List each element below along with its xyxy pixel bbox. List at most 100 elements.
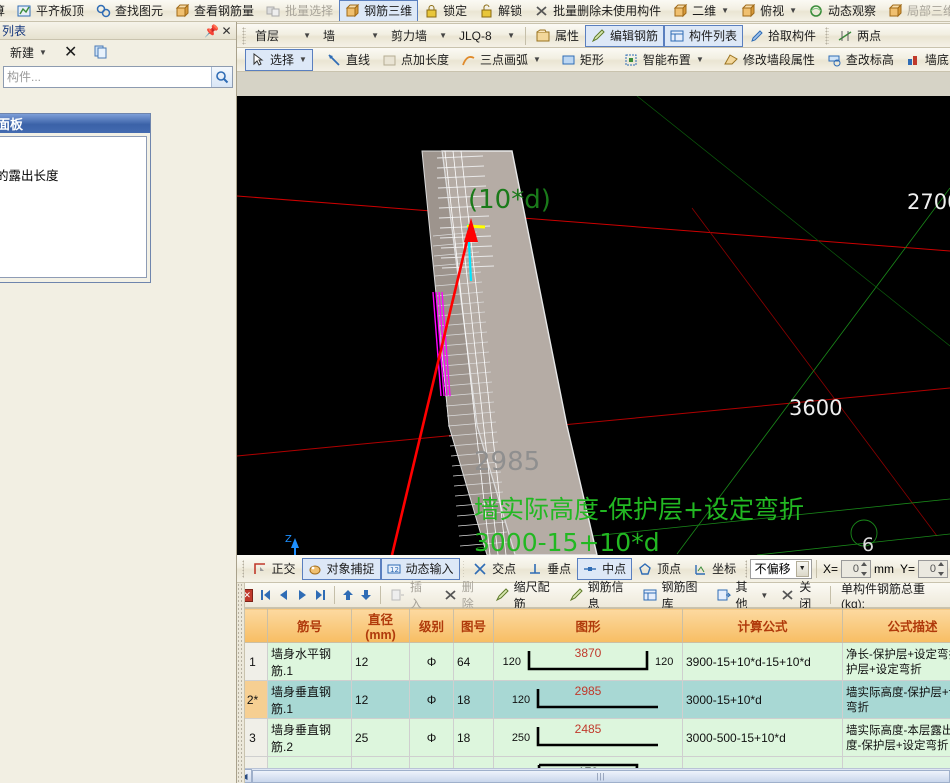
search-input[interactable] <box>4 68 211 87</box>
cell-shape[interactable]: 170 <box>494 757 683 769</box>
toolbar4-8[interactable]: 墙底 <box>900 49 950 71</box>
toolbar-grip[interactable] <box>242 27 246 45</box>
cell-formula-description[interactable]: 墙实际高度-保护层+设定弯折 <box>843 681 950 719</box>
chevron-down-icon[interactable]: ▼ <box>696 55 704 64</box>
close-icon[interactable]: ✕ <box>219 24 234 38</box>
cell-shape[interactable]: 1201203870 <box>494 643 683 681</box>
search-icon[interactable] <box>211 67 232 87</box>
control-panel-item-0[interactable]: 剪力墙水平筋 <box>0 139 144 154</box>
cell-shape[interactable]: 1202985 <box>494 681 683 719</box>
move-up-icon[interactable] <box>339 585 358 605</box>
chevron-down-icon[interactable]: ▼ <box>507 31 515 40</box>
control-panel-item-2[interactable]: 下层墙体纵筋的露出长度 <box>0 169 144 184</box>
table-header-4[interactable]: 图号 <box>454 609 494 643</box>
pin-icon[interactable]: 📌 <box>204 24 219 38</box>
control-panel-item-1[interactable]: 剪力墙垂直筋 <box>0 154 144 169</box>
cell-formula-description[interactable]: 净长-保护层+设定弯折-保护层+设定弯折 <box>843 643 950 681</box>
cell-grade[interactable]: Ф <box>410 757 454 769</box>
rebar-btn-钢筋信息[interactable]: 钢筋信息 <box>563 584 637 606</box>
rebar-btn-缩尺配筋[interactable]: 缩尺配筋 <box>489 584 563 606</box>
toolbar4-7[interactable]: 查改标高 <box>821 49 900 71</box>
chevron-down-icon[interactable]: ▼ <box>760 591 768 600</box>
cell-formula-description[interactable] <box>843 757 950 769</box>
table-header-3[interactable]: 级别 <box>410 609 454 643</box>
toolbar1-8[interactable]: 批量删除未使用构件 <box>528 0 667 22</box>
cell-rebar-name[interactable]: 墙身垂直钢筋.2 <box>268 719 352 757</box>
chevron-down-icon[interactable]: ▼ <box>789 6 797 15</box>
snap-vertex[interactable]: 顶点 <box>632 558 687 580</box>
rebar-btn-钢筋图库[interactable]: 钢筋图库 <box>637 584 711 606</box>
prev-record-icon[interactable] <box>275 585 294 605</box>
cell-grade[interactable]: Φ <box>410 643 454 681</box>
cell-diameter[interactable]: 25 <box>352 719 410 757</box>
y-input[interactable]: 0 <box>918 560 948 578</box>
rebar-table-container[interactable]: 筋号直径 (mm)级别图号图形计算公式公式描述 1墙身水平钢筋.112Φ6412… <box>237 608 950 768</box>
move-down-icon[interactable] <box>358 585 377 605</box>
toolbar1-7[interactable]: 解锁 <box>473 0 528 22</box>
toolbar4-4[interactable]: 矩形 <box>555 49 610 71</box>
table-header-6[interactable]: 计算公式 <box>683 609 843 643</box>
chevron-down-icon[interactable]: ▼ <box>721 6 729 15</box>
snap-coordinate[interactable]: 坐标 <box>687 558 742 580</box>
rebar-btn-关闭[interactable]: 关闭 <box>774 584 826 606</box>
toolbar4-5[interactable]: 智能布置▼ <box>618 49 710 71</box>
toolbar1-11[interactable]: 动态观察 <box>803 0 882 22</box>
toolbar1-2[interactable]: 查找图元 <box>90 0 169 22</box>
spinner[interactable] <box>860 562 869 576</box>
toolbar1-6[interactable]: 锁定 <box>418 0 473 22</box>
x-input[interactable]: 0 <box>841 560 871 578</box>
cell-formula[interactable]: 3000-500-15+10*d <box>683 719 843 757</box>
next-record-icon[interactable] <box>293 585 312 605</box>
first-record-icon[interactable] <box>256 585 275 605</box>
cell-drawing-number[interactable]: 485 <box>454 757 494 769</box>
drawing-viewport[interactable]: Z Y X (10*d)270036002985墙实际高度-保护层+设定弯折30… <box>237 96 950 555</box>
toolbar-grip[interactable] <box>745 560 747 578</box>
horizontal-scrollbar[interactable]: ◀ ||| <box>237 768 950 783</box>
toolbar4-6[interactable]: 修改墙段属性 <box>718 49 821 71</box>
toolbar3-btn-3[interactable]: 拾取构件 <box>743 25 822 47</box>
scroll-thumb[interactable]: ||| <box>252 770 950 783</box>
table-row[interactable]: 2*墙身垂直钢筋.112Φ1812029853000-15+10*d墙实际高度-… <box>238 681 950 719</box>
cell-formula[interactable]: (200-2*15)+2*(75+1.9*d) <box>683 757 843 769</box>
table-header-2[interactable]: 直径 (mm) <box>352 609 410 643</box>
member-select[interactable]: JLQ-8▼ <box>453 25 521 47</box>
chevron-down-icon[interactable]: ▼ <box>439 31 447 40</box>
cell-rebar-name[interactable]: 墙身垂直钢筋.1 <box>268 681 352 719</box>
toolbar1-9[interactable]: 二维▼ <box>667 0 735 22</box>
table-header-7[interactable]: 公式描述 <box>843 609 950 643</box>
toolbar4-1[interactable]: 直线 <box>321 49 376 71</box>
search-box[interactable] <box>3 66 233 88</box>
rebar-btn-其他[interactable]: 其他▼ <box>711 584 775 606</box>
toolbar1-1[interactable]: 平齐板顶 <box>11 0 90 22</box>
control-panel-item-3[interactable]: 显示其它图元 <box>0 184 144 199</box>
cell-shape[interactable]: 2502485 <box>494 719 683 757</box>
table-header-5[interactable]: 图形 <box>494 609 683 643</box>
table-row[interactable]: 1墙身水平钢筋.112Φ6412012038703900-15+10*d-15+… <box>238 643 950 681</box>
chevron-down-icon[interactable]: ▼ <box>371 31 379 40</box>
type-select[interactable]: 剪力墙▼ <box>385 25 453 47</box>
toolbar1-10[interactable]: 俯视▼ <box>735 0 803 22</box>
cell-formula-description[interactable]: 墙实际高度-本层露出长度-保护层+设定弯折 <box>843 719 950 757</box>
snap-object-snap[interactable]: 对象捕捉 <box>302 558 381 580</box>
pane-drag-rail[interactable] <box>237 583 245 783</box>
chevron-down-icon[interactable]: ▼ <box>533 55 541 64</box>
snap-intersection[interactable]: 交点 <box>467 558 522 580</box>
toolbar3-btn-0[interactable]: 属性 <box>530 25 585 47</box>
table-row[interactable]: 3墙身垂直钢筋.225Φ1825024853000-500-15+10*d墙实际… <box>238 719 950 757</box>
toolbar1-0[interactable]: 工总计算 <box>0 0 11 22</box>
cell-drawing-number[interactable]: 64 <box>454 643 494 681</box>
snap-ortho[interactable]: 正交 <box>247 558 302 580</box>
toolbar4-3[interactable]: 三点画弧▼ <box>455 49 547 71</box>
toolbar-grip[interactable] <box>242 560 244 578</box>
cell-rebar-name[interactable]: 墙身水平钢筋.1 <box>268 643 352 681</box>
copy-icon[interactable] <box>88 41 116 63</box>
toolbar3-btn-4[interactable]: 两点 <box>832 25 887 47</box>
toolbar1-5[interactable]: 钢筋三维 <box>339 0 418 22</box>
delete-x-icon[interactable]: ✕ <box>58 41 83 63</box>
toolbar4-0[interactable]: 选择▼ <box>245 49 313 71</box>
table-header-1[interactable]: 筋号 <box>268 609 352 643</box>
cell-grade[interactable]: Φ <box>410 719 454 757</box>
toolbar-grip[interactable] <box>463 560 465 578</box>
toolbar3-btn-2[interactable]: 构件列表 <box>664 25 743 47</box>
cell-drawing-number[interactable]: 18 <box>454 719 494 757</box>
